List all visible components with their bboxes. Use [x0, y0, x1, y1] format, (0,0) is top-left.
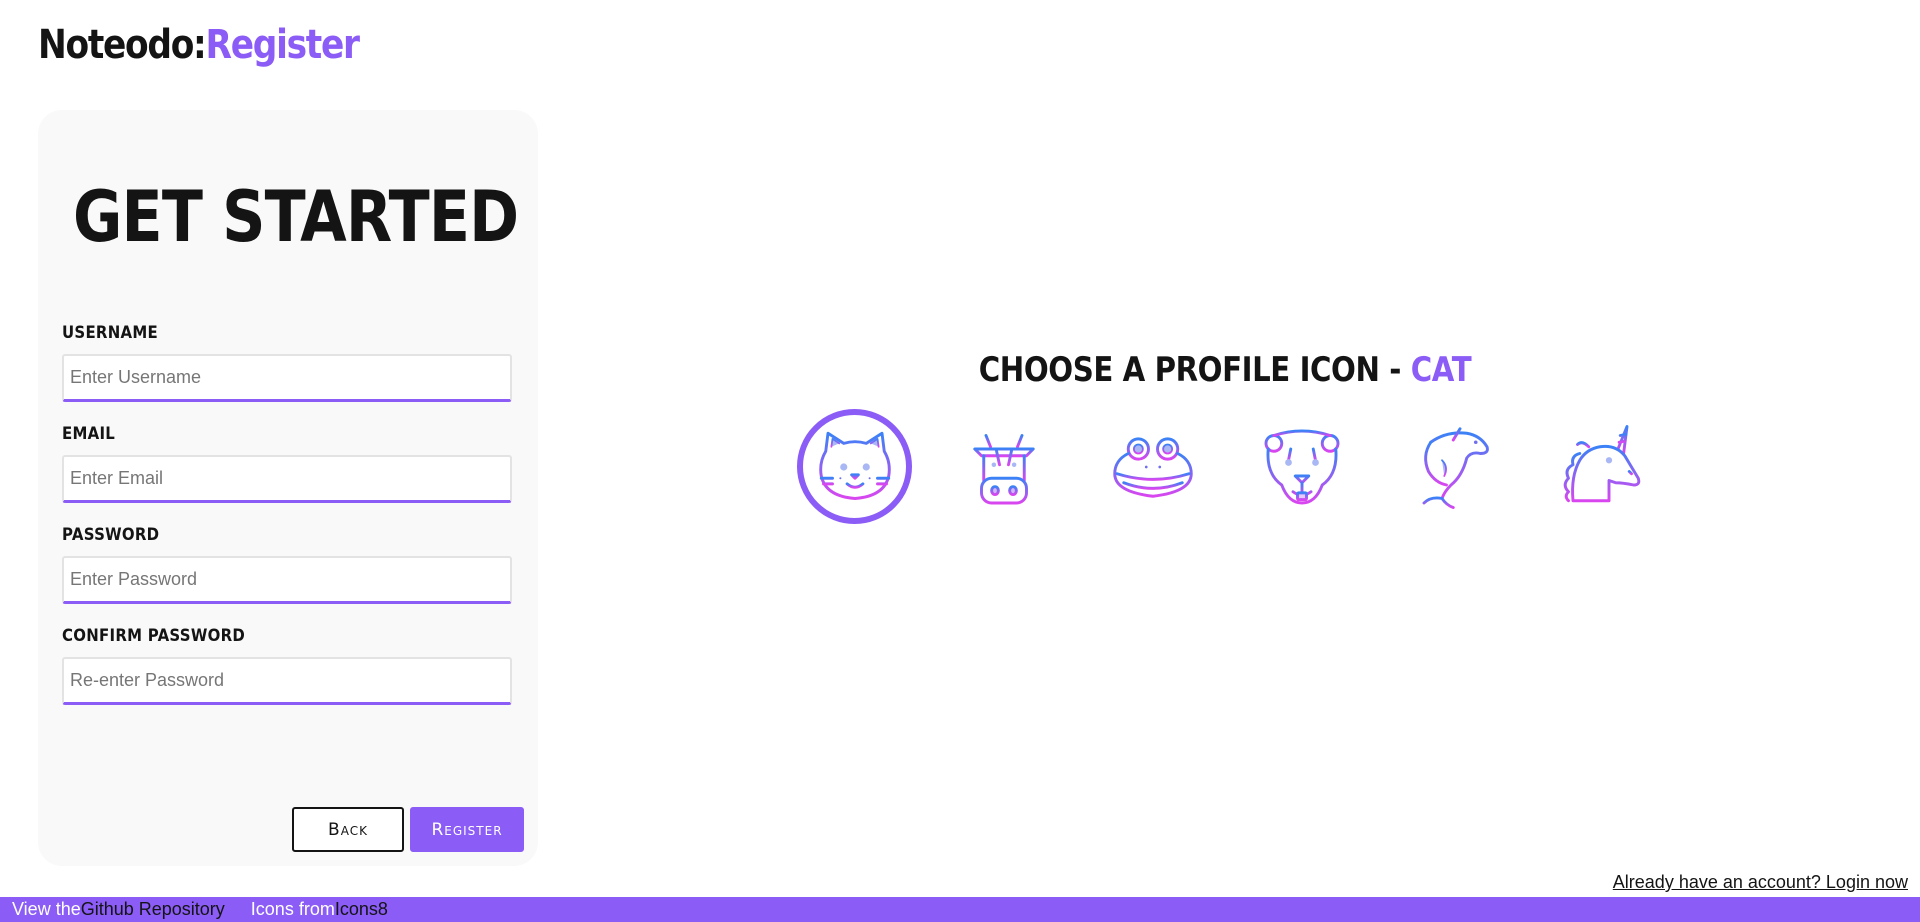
register-button[interactable]: Register — [410, 807, 524, 852]
selected-icon-name: CAT — [1410, 350, 1472, 390]
app-name: Noteodo: — [38, 22, 207, 68]
form-title: GET STARTED — [73, 176, 519, 258]
password-input[interactable] — [62, 556, 512, 604]
bear-icon[interactable] — [1244, 409, 1359, 524]
back-button[interactable]: Back — [292, 807, 404, 852]
github-repo-link[interactable]: Github Repository — [81, 899, 225, 920]
confirm-password-input[interactable] — [62, 657, 512, 705]
dolphin-icon[interactable] — [1393, 409, 1508, 524]
username-input[interactable] — [62, 354, 512, 402]
register-card: GET STARTED USERNAME EMAIL PASSWORD CONF… — [38, 110, 538, 866]
icons8-link[interactable]: Icons8 — [335, 899, 388, 920]
frog-icon[interactable] — [1095, 409, 1210, 524]
profile-icon-prompt: CHOOSE A PROFILE ICON - — [978, 350, 1411, 390]
email-label: EMAIL — [62, 424, 116, 444]
cat-icon[interactable] — [797, 409, 912, 524]
footer-icons-prefix: Icons from — [250, 899, 335, 919]
username-label: USERNAME — [62, 323, 158, 343]
footer-view-prefix: View the — [12, 899, 81, 919]
confirm-password-label: CONFIRM PASSWORD — [62, 626, 246, 646]
password-label: PASSWORD — [62, 525, 160, 545]
app-title: Noteodo:Register — [38, 22, 360, 68]
profile-icon-heading: CHOOSE A PROFILE ICON - CAT — [774, 350, 1677, 390]
footer: View the Github Repository Icons from Ic… — [0, 897, 1920, 922]
login-link[interactable]: Already have an account? Login now — [1613, 872, 1908, 893]
page-name: Register — [205, 22, 360, 68]
cow-icon[interactable] — [946, 409, 1061, 524]
unicorn-icon[interactable] — [1542, 409, 1657, 524]
profile-icon-picker — [797, 409, 1657, 524]
email-input[interactable] — [62, 455, 512, 503]
